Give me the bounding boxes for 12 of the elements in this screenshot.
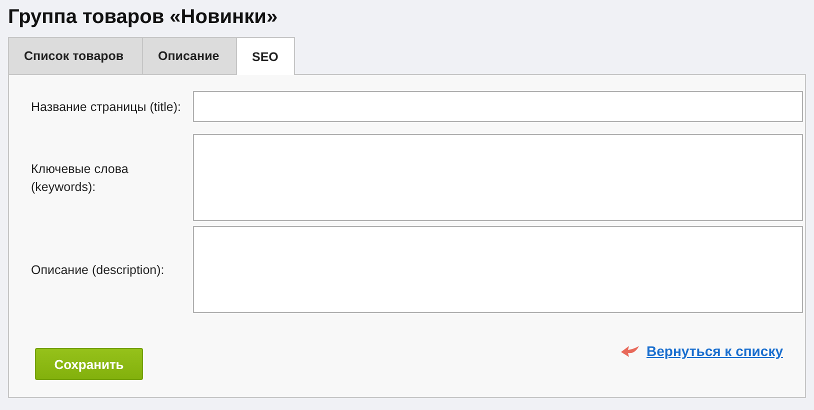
tab[interactable]: Список товаров <box>8 37 142 74</box>
input-field[interactable] <box>193 91 803 122</box>
tab[interactable]: SEO <box>236 37 296 75</box>
back-link[interactable]: Вернуться к списку <box>646 343 783 359</box>
field-label: Название страницы (title): <box>31 98 182 116</box>
arrow-icon <box>620 345 638 357</box>
input-field[interactable] <box>193 226 803 313</box>
page-title: Группа товаров «Новинки» <box>8 5 279 30</box>
field-label: Описание (description): <box>31 262 166 278</box>
field-label: Ключевые слова (keywords): <box>31 160 130 196</box>
input-field[interactable] <box>193 134 803 221</box>
tab[interactable]: Описание <box>142 37 236 74</box>
